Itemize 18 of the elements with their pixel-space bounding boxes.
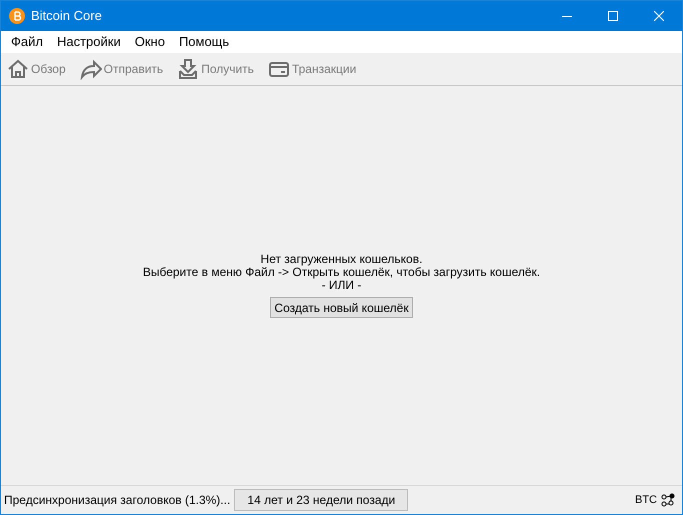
- menu-item[interactable]: Помощь: [172, 32, 236, 52]
- house-icon: [7, 58, 29, 80]
- menu-item[interactable]: Окно: [128, 32, 172, 52]
- inbox-icon: [177, 58, 200, 80]
- maximize-icon: [608, 11, 618, 21]
- window-title: Bitcoin Core: [31, 7, 102, 26]
- create-wallet-button[interactable]: Создать новый кошелёк: [270, 297, 413, 318]
- network-icon: [660, 492, 676, 508]
- arrow-icon: [80, 58, 102, 80]
- menu-item[interactable]: Настройки: [50, 32, 128, 52]
- bitcoin-logo-icon: [9, 8, 25, 24]
- message-text: Выберите в меню Файл -> Открыть кошелёк, чтобы загрузить кошелёк.: [142, 266, 540, 279]
- message-text: Нет загруженных кошельков.: [260, 253, 422, 266]
- close-icon: [654, 11, 664, 21]
- unit-label[interactable]: BTC: [635, 492, 657, 508]
- sync-status-text: Предсинхронизация заголовков (1.3%)...: [4, 492, 230, 509]
- message-text: - ИЛИ -: [322, 279, 362, 292]
- menu-item[interactable]: Файл: [4, 32, 50, 52]
